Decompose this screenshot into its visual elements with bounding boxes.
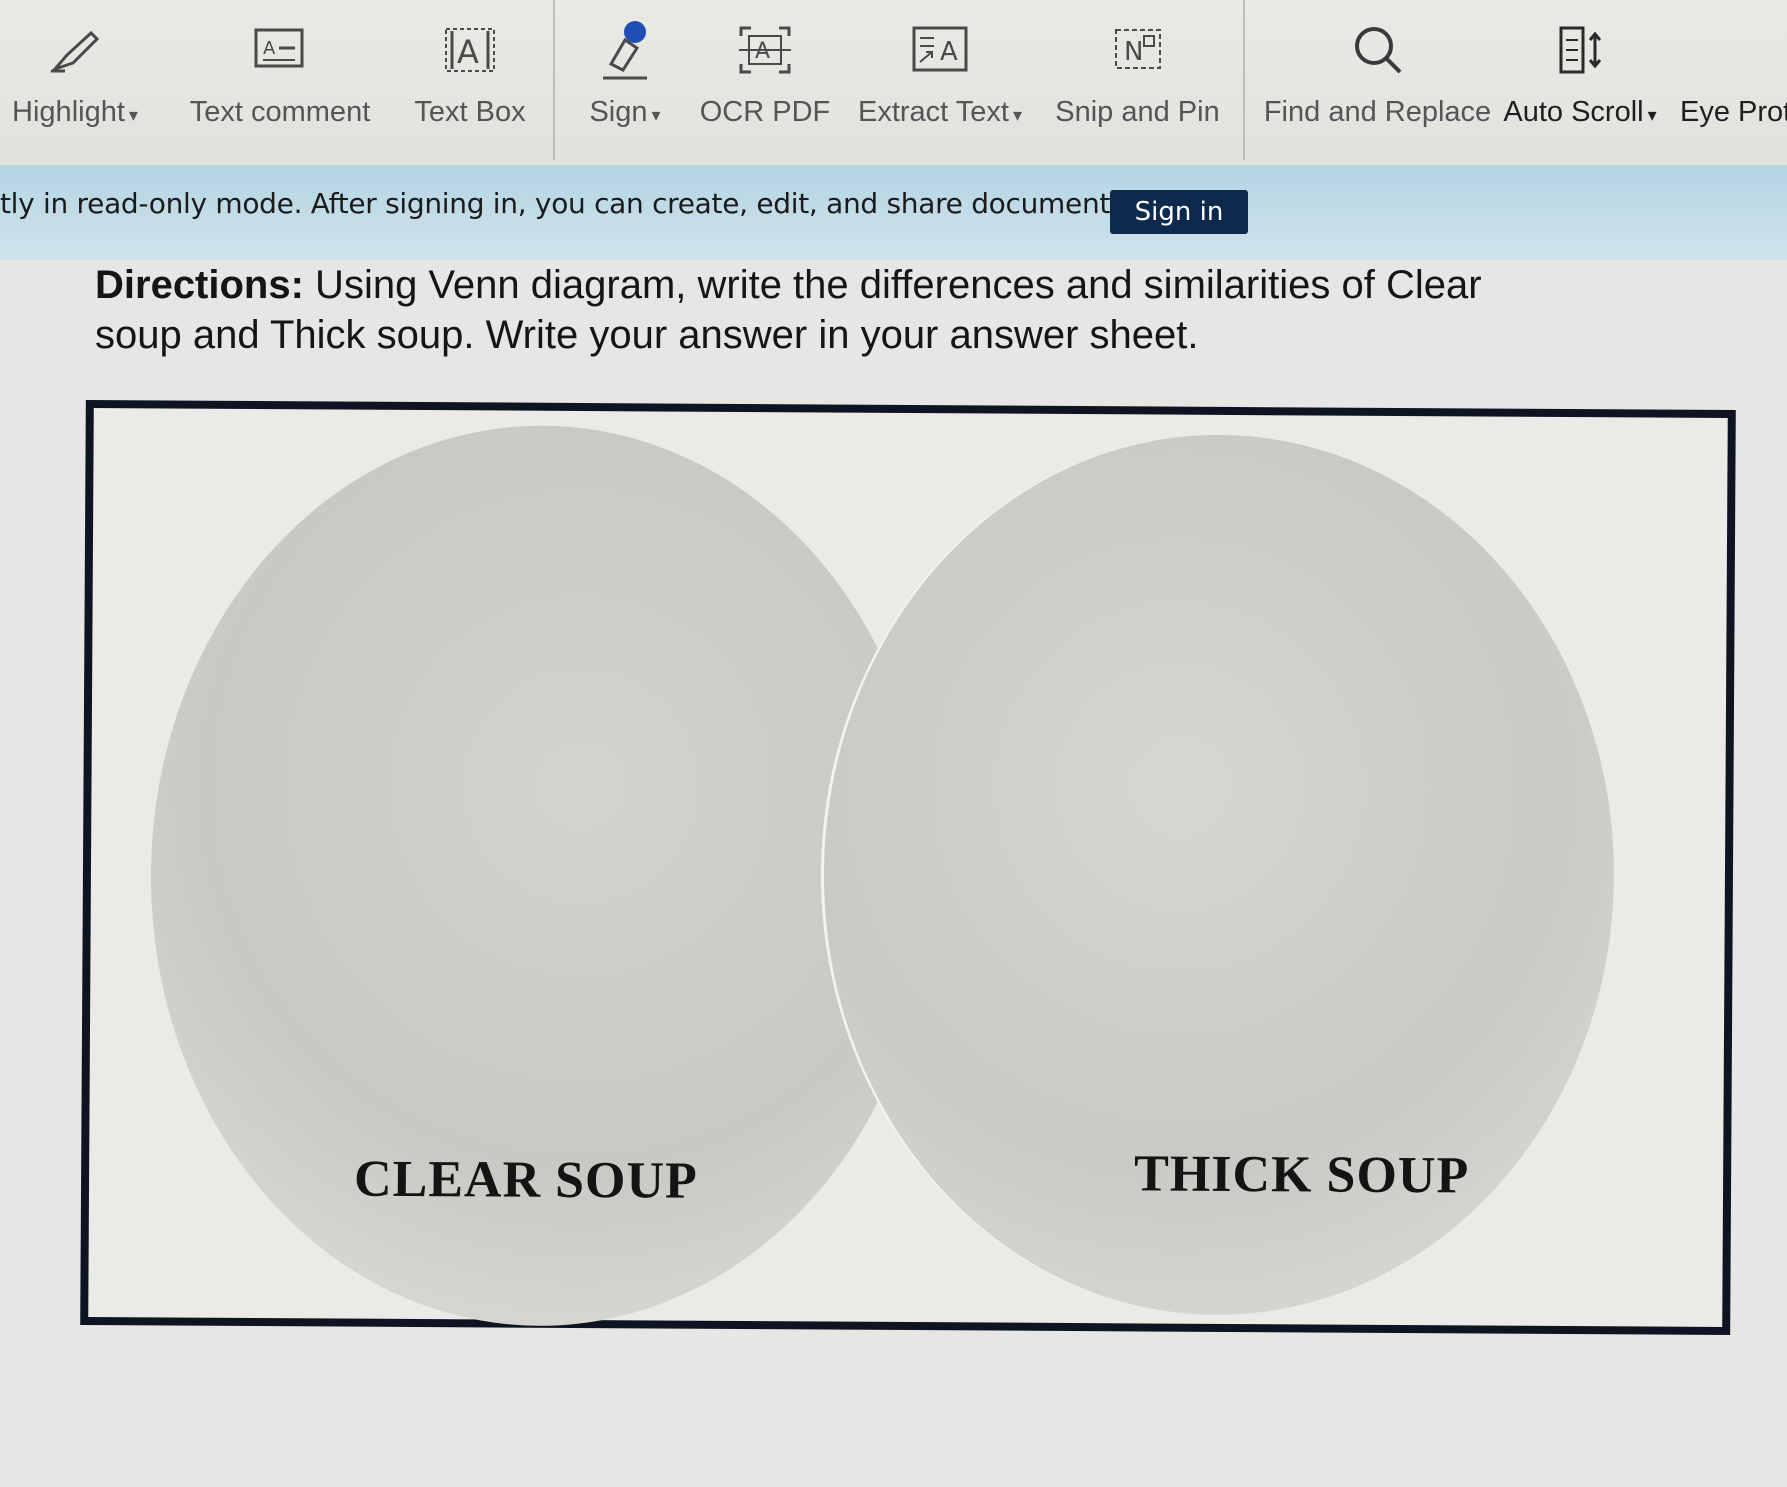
auto-scroll-icon	[1555, 18, 1605, 82]
venn-label-thick-soup: THICK SOUP	[1133, 1145, 1470, 1205]
chevron-down-icon: ▾	[1647, 105, 1657, 125]
text-box-icon: A	[440, 18, 500, 82]
sign-tool[interactable]: Sign ▾	[570, 0, 680, 160]
snip-and-pin-label: Snip and Pin	[1055, 96, 1220, 128]
text-comment-tool[interactable]: A Text comment	[180, 0, 380, 160]
extract-text-icon: A	[910, 18, 970, 82]
toolbar: Highlight ▾ A Text comment A Text Box Sig…	[0, 0, 1787, 167]
highlighter-icon	[47, 18, 103, 82]
text-box-label: Text Box	[414, 96, 526, 128]
snip-icon: N	[1108, 18, 1168, 82]
find-and-replace-tool[interactable]: Find and Replace	[1263, 0, 1492, 160]
directions-body: Using Venn diagram, write the difference…	[95, 263, 1482, 357]
auto-scroll-label: Auto Scroll	[1503, 96, 1644, 128]
banner-message: tly in read-only mode. After signing in,…	[0, 187, 1133, 220]
directions-text: Directions: Using Venn diagram, write th…	[95, 260, 1515, 360]
directions-label: Directions:	[95, 263, 304, 307]
sign-label: Sign	[589, 96, 648, 128]
snip-and-pin-tool[interactable]: N Snip and Pin	[1050, 0, 1225, 160]
svg-text:A: A	[263, 38, 276, 59]
text-comment-label: Text comment	[189, 96, 371, 128]
auto-scroll-tool[interactable]: Auto Scroll ▾	[1503, 0, 1657, 160]
extract-text-tool[interactable]: A Extract Text ▾	[850, 0, 1030, 160]
venn-label-clear-soup: CLEAR SOUP	[353, 1150, 698, 1210]
ocr-icon: A	[735, 18, 795, 82]
text-comment-icon: A	[253, 18, 307, 82]
chevron-down-icon: ▾	[651, 105, 661, 125]
eye-protection-tool[interactable]: Eye Prote	[1680, 0, 1787, 160]
extract-text-label: Extract Text	[857, 96, 1009, 128]
highlight-label: Highlight	[12, 96, 125, 128]
chevron-down-icon: ▾	[1012, 105, 1022, 125]
search-icon	[1350, 18, 1406, 82]
svg-text:A: A	[755, 39, 770, 64]
text-box-tool[interactable]: A Text Box	[400, 0, 540, 160]
document-page: Directions: Using Venn diagram, write th…	[0, 260, 1787, 1487]
read-only-banner: tly in read-only mode. After signing in,…	[0, 165, 1787, 260]
sign-in-button[interactable]: Sign in	[1110, 190, 1248, 234]
eye-protection-label: Eye Prote	[1680, 96, 1787, 128]
svg-text:A: A	[940, 37, 958, 67]
toolbar-divider	[553, 0, 555, 160]
venn-diagram: CLEAR SOUP THICK SOUP	[80, 399, 1736, 1336]
ocr-pdf-tool[interactable]: A OCR PDF	[700, 0, 830, 160]
find-and-replace-label: Find and Replace	[1263, 96, 1492, 128]
highlight-tool[interactable]: Highlight ▾	[0, 0, 150, 160]
sign-pen-icon	[597, 18, 653, 82]
ocr-pdf-label: OCR PDF	[699, 96, 831, 128]
svg-text:N: N	[1124, 37, 1143, 67]
toolbar-divider	[1243, 0, 1245, 160]
chevron-down-icon: ▾	[128, 105, 138, 125]
svg-text:A: A	[457, 33, 479, 71]
